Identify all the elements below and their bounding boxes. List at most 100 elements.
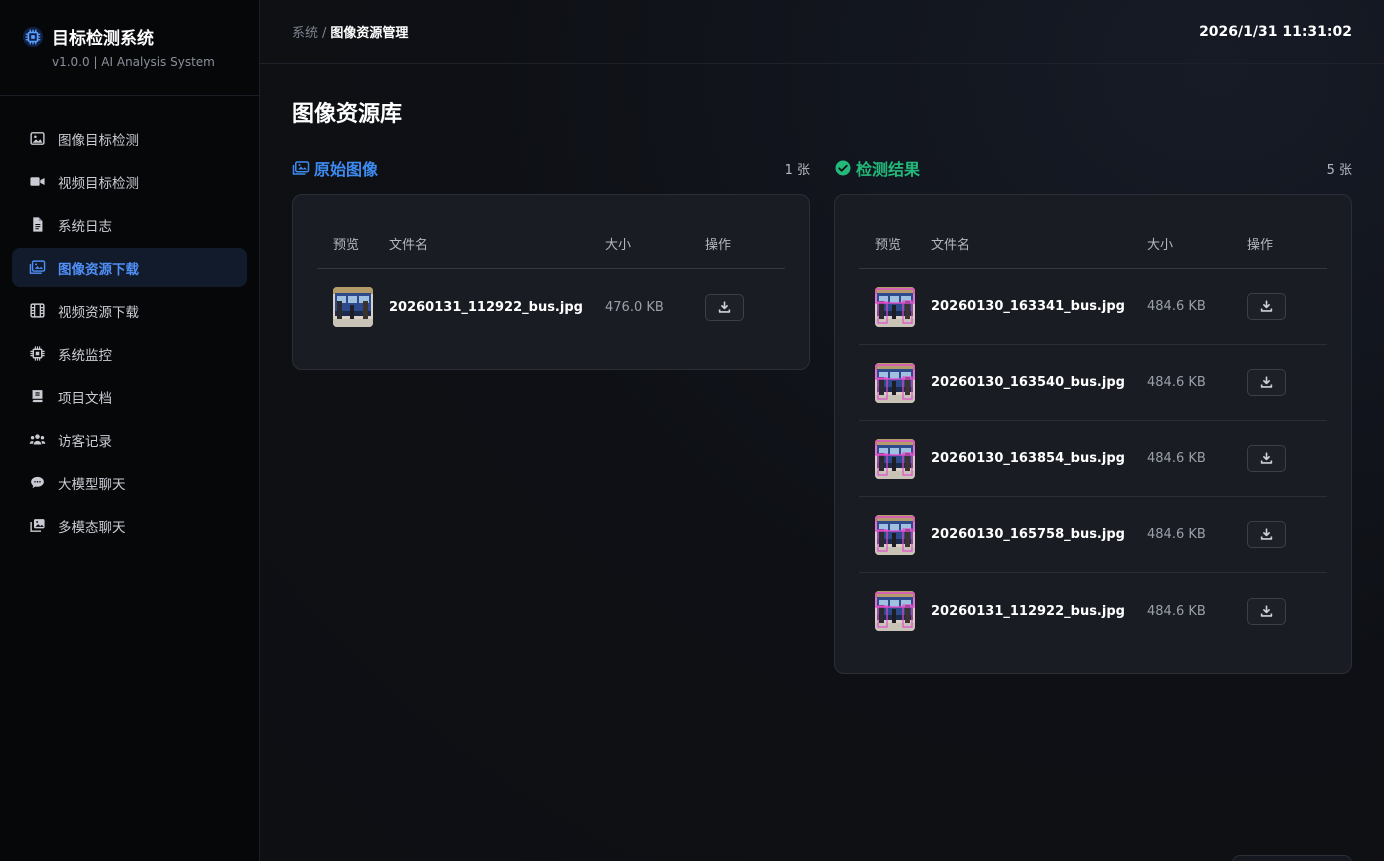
action-cell bbox=[1247, 293, 1327, 320]
image-thumbnail[interactable] bbox=[875, 514, 915, 555]
download-icon bbox=[1260, 604, 1273, 618]
brand-row: 目标检测系统 bbox=[22, 24, 259, 49]
sidebar-item-label: 访客记录 bbox=[58, 433, 112, 450]
file-size: 484.6 KB bbox=[1147, 299, 1206, 314]
image-thumbnail[interactable] bbox=[875, 362, 915, 403]
brand-subtitle: v1.0.0 | AI Analysis System bbox=[52, 55, 215, 69]
topbar: 系统 / 图像资源管理 2026/1/31 11:31:02 bbox=[260, 0, 1384, 64]
detection-results-title-text: 检测结果 bbox=[856, 160, 921, 179]
column-header-filename: 文件名 bbox=[389, 238, 429, 253]
detection-results-header: 检测结果 5 张 bbox=[834, 157, 1352, 179]
preview-cell bbox=[317, 287, 389, 327]
table-row: 20260130_163540_bus.jpg 484.6 KB bbox=[859, 345, 1327, 421]
sidebar-item-label: 多模态聊天 bbox=[58, 519, 126, 536]
sidebar-item-system-monitor[interactable]: 系统监控 bbox=[12, 334, 247, 373]
image-thumbnail[interactable] bbox=[875, 591, 915, 631]
file-size: 484.6 KB bbox=[1147, 527, 1206, 542]
original-images-title-text: 原始图像 bbox=[314, 160, 379, 179]
download-button[interactable] bbox=[705, 293, 744, 321]
original-images-count: 1 张 bbox=[784, 162, 810, 178]
original-images-column: 原始图像 1 张 预览 文件名 大小 操作 20260131_112922_bu… bbox=[292, 157, 810, 674]
table-row: 20260130_165758_bus.jpg 484.6 KB bbox=[859, 497, 1327, 573]
sidebar-item-label: 图像资源下载 bbox=[58, 261, 139, 278]
detection-results-count: 5 张 bbox=[1326, 162, 1352, 178]
sidebar-item-project-docs[interactable]: 项目文档 bbox=[12, 377, 247, 416]
sidebar-item-image-download[interactable]: 图像资源下载 bbox=[12, 248, 247, 287]
column-header-filename: 文件名 bbox=[931, 238, 971, 253]
download-icon bbox=[1260, 528, 1273, 541]
image-thumbnail[interactable] bbox=[333, 287, 373, 327]
sidebar-item-system-log[interactable]: 系统日志 bbox=[12, 205, 247, 244]
breadcrumb-separator: / bbox=[322, 26, 327, 41]
detection-results-card: 预览 文件名 大小 操作 20260130_163341_bus.jpg 484.… bbox=[834, 194, 1352, 674]
preview-cell bbox=[859, 362, 931, 403]
action-cell bbox=[705, 293, 785, 321]
breadcrumb-current: 图像资源管理 bbox=[330, 26, 409, 41]
sidebar-item-image-detection[interactable]: 图像目标检测 bbox=[12, 119, 247, 158]
content: 图像资源库 原始图像 1 张 预览 文件名 大小 操作 20260131_112… bbox=[260, 64, 1384, 674]
datetime-display: 2026/1/31 11:31:02 bbox=[1199, 23, 1352, 40]
preview-cell bbox=[859, 286, 931, 327]
sidebar-item-visitor-log[interactable]: 访客记录 bbox=[12, 420, 247, 459]
sidebar-item-label: 项目文档 bbox=[58, 390, 112, 407]
download-button[interactable] bbox=[1247, 521, 1286, 548]
app-root: 目标检测系统 v1.0.0 | AI Analysis System 图像目标检… bbox=[0, 0, 1384, 861]
original-images-rows: 20260131_112922_bus.jpg 476.0 KB bbox=[317, 269, 785, 345]
column-header-size: 大小 bbox=[605, 238, 632, 253]
sidebar-item-video-detection[interactable]: 视频目标检测 bbox=[12, 162, 247, 201]
images-icon bbox=[292, 161, 310, 175]
page-title: 图像资源库 bbox=[292, 102, 403, 127]
breadcrumb-root[interactable]: 系统 bbox=[292, 26, 318, 41]
file-name: 20260130_163341_bus.jpg bbox=[931, 299, 1125, 314]
floating-tab[interactable] bbox=[1232, 855, 1352, 861]
video-camera-icon bbox=[28, 173, 46, 191]
sidebar-item-label: 视频目标检测 bbox=[58, 175, 139, 192]
main-area: 系统 / 图像资源管理 2026/1/31 11:31:02 图像资源库 原始图像 … bbox=[260, 0, 1384, 861]
file-name: 20260130_163854_bus.jpg bbox=[931, 451, 1125, 466]
file-name: 20260131_112922_bus.jpg bbox=[389, 299, 583, 315]
download-button[interactable] bbox=[1247, 293, 1286, 320]
sidebar-item-video-download[interactable]: 视频资源下载 bbox=[12, 291, 247, 330]
sidebar-item-label: 视频资源下载 bbox=[58, 304, 139, 321]
download-button[interactable] bbox=[1247, 445, 1286, 472]
original-images-title: 原始图像 bbox=[292, 156, 378, 180]
sidebar-nav: 图像目标检测 视频目标检测 系统日志 图像资源下载 视频资源下载 系统监控 项目… bbox=[0, 96, 259, 545]
breadcrumb: 系统 / 图像资源管理 bbox=[292, 22, 408, 41]
users-icon bbox=[28, 431, 46, 449]
original-images-card: 预览 文件名 大小 操作 20260131_112922_bus.jpg 476.… bbox=[292, 194, 810, 370]
image-thumbnail[interactable] bbox=[875, 286, 915, 327]
preview-cell bbox=[859, 591, 931, 631]
action-cell bbox=[1247, 445, 1327, 472]
download-icon bbox=[1260, 452, 1273, 465]
download-button[interactable] bbox=[1247, 597, 1286, 625]
detection-results-rows: 20260130_163341_bus.jpg 484.6 KB 20260130_… bbox=[859, 269, 1327, 649]
photo-stack-icon bbox=[28, 517, 46, 535]
action-cell bbox=[1247, 521, 1327, 548]
sidebar: 目标检测系统 v1.0.0 | AI Analysis System 图像目标检… bbox=[0, 0, 260, 861]
sidebar-item-multimodal-chat[interactable]: 多模态聊天 bbox=[12, 506, 247, 545]
action-cell bbox=[1247, 369, 1327, 396]
image-thumbnail[interactable] bbox=[875, 438, 915, 479]
column-header-action: 操作 bbox=[1247, 238, 1274, 253]
table-header: 预览 文件名 大小 操作 bbox=[859, 219, 1327, 269]
sidebar-item-label: 系统日志 bbox=[58, 218, 112, 235]
column-header-preview: 预览 bbox=[333, 238, 360, 253]
table-row: 20260130_163854_bus.jpg 484.6 KB bbox=[859, 421, 1327, 497]
column-header-action: 操作 bbox=[705, 238, 732, 253]
action-cell bbox=[1247, 597, 1327, 625]
table-row: 20260131_112922_bus.jpg 476.0 KB bbox=[317, 269, 785, 345]
film-icon bbox=[28, 302, 46, 320]
download-icon bbox=[1260, 300, 1273, 313]
file-icon bbox=[28, 216, 46, 234]
column-header-size: 大小 bbox=[1147, 238, 1174, 253]
book-icon bbox=[28, 388, 46, 406]
download-button[interactable] bbox=[1247, 369, 1286, 396]
table-row: 20260130_163341_bus.jpg 484.6 KB bbox=[859, 269, 1327, 345]
sidebar-item-llm-chat[interactable]: 大模型聊天 bbox=[12, 463, 247, 502]
download-icon bbox=[1260, 376, 1273, 389]
file-size: 484.6 KB bbox=[1147, 603, 1206, 619]
table-row: 20260131_112922_bus.jpg 484.6 KB bbox=[859, 573, 1327, 649]
check-circle-icon bbox=[835, 160, 851, 176]
image-icon bbox=[28, 130, 46, 148]
preview-cell bbox=[859, 514, 931, 555]
